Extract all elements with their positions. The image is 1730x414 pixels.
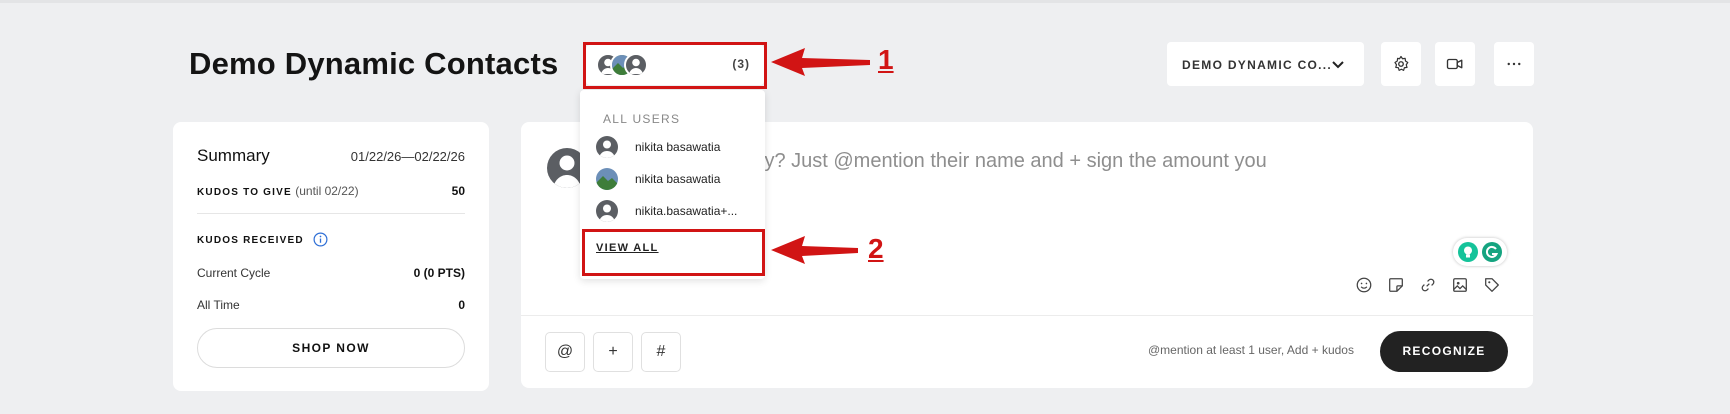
arrow-icon — [771, 236, 858, 264]
arrow-icon — [771, 48, 870, 76]
annotation-number: 2 — [868, 233, 884, 264]
annotation-arrows — [771, 48, 870, 264]
annotation-number: 1 — [878, 44, 894, 75]
